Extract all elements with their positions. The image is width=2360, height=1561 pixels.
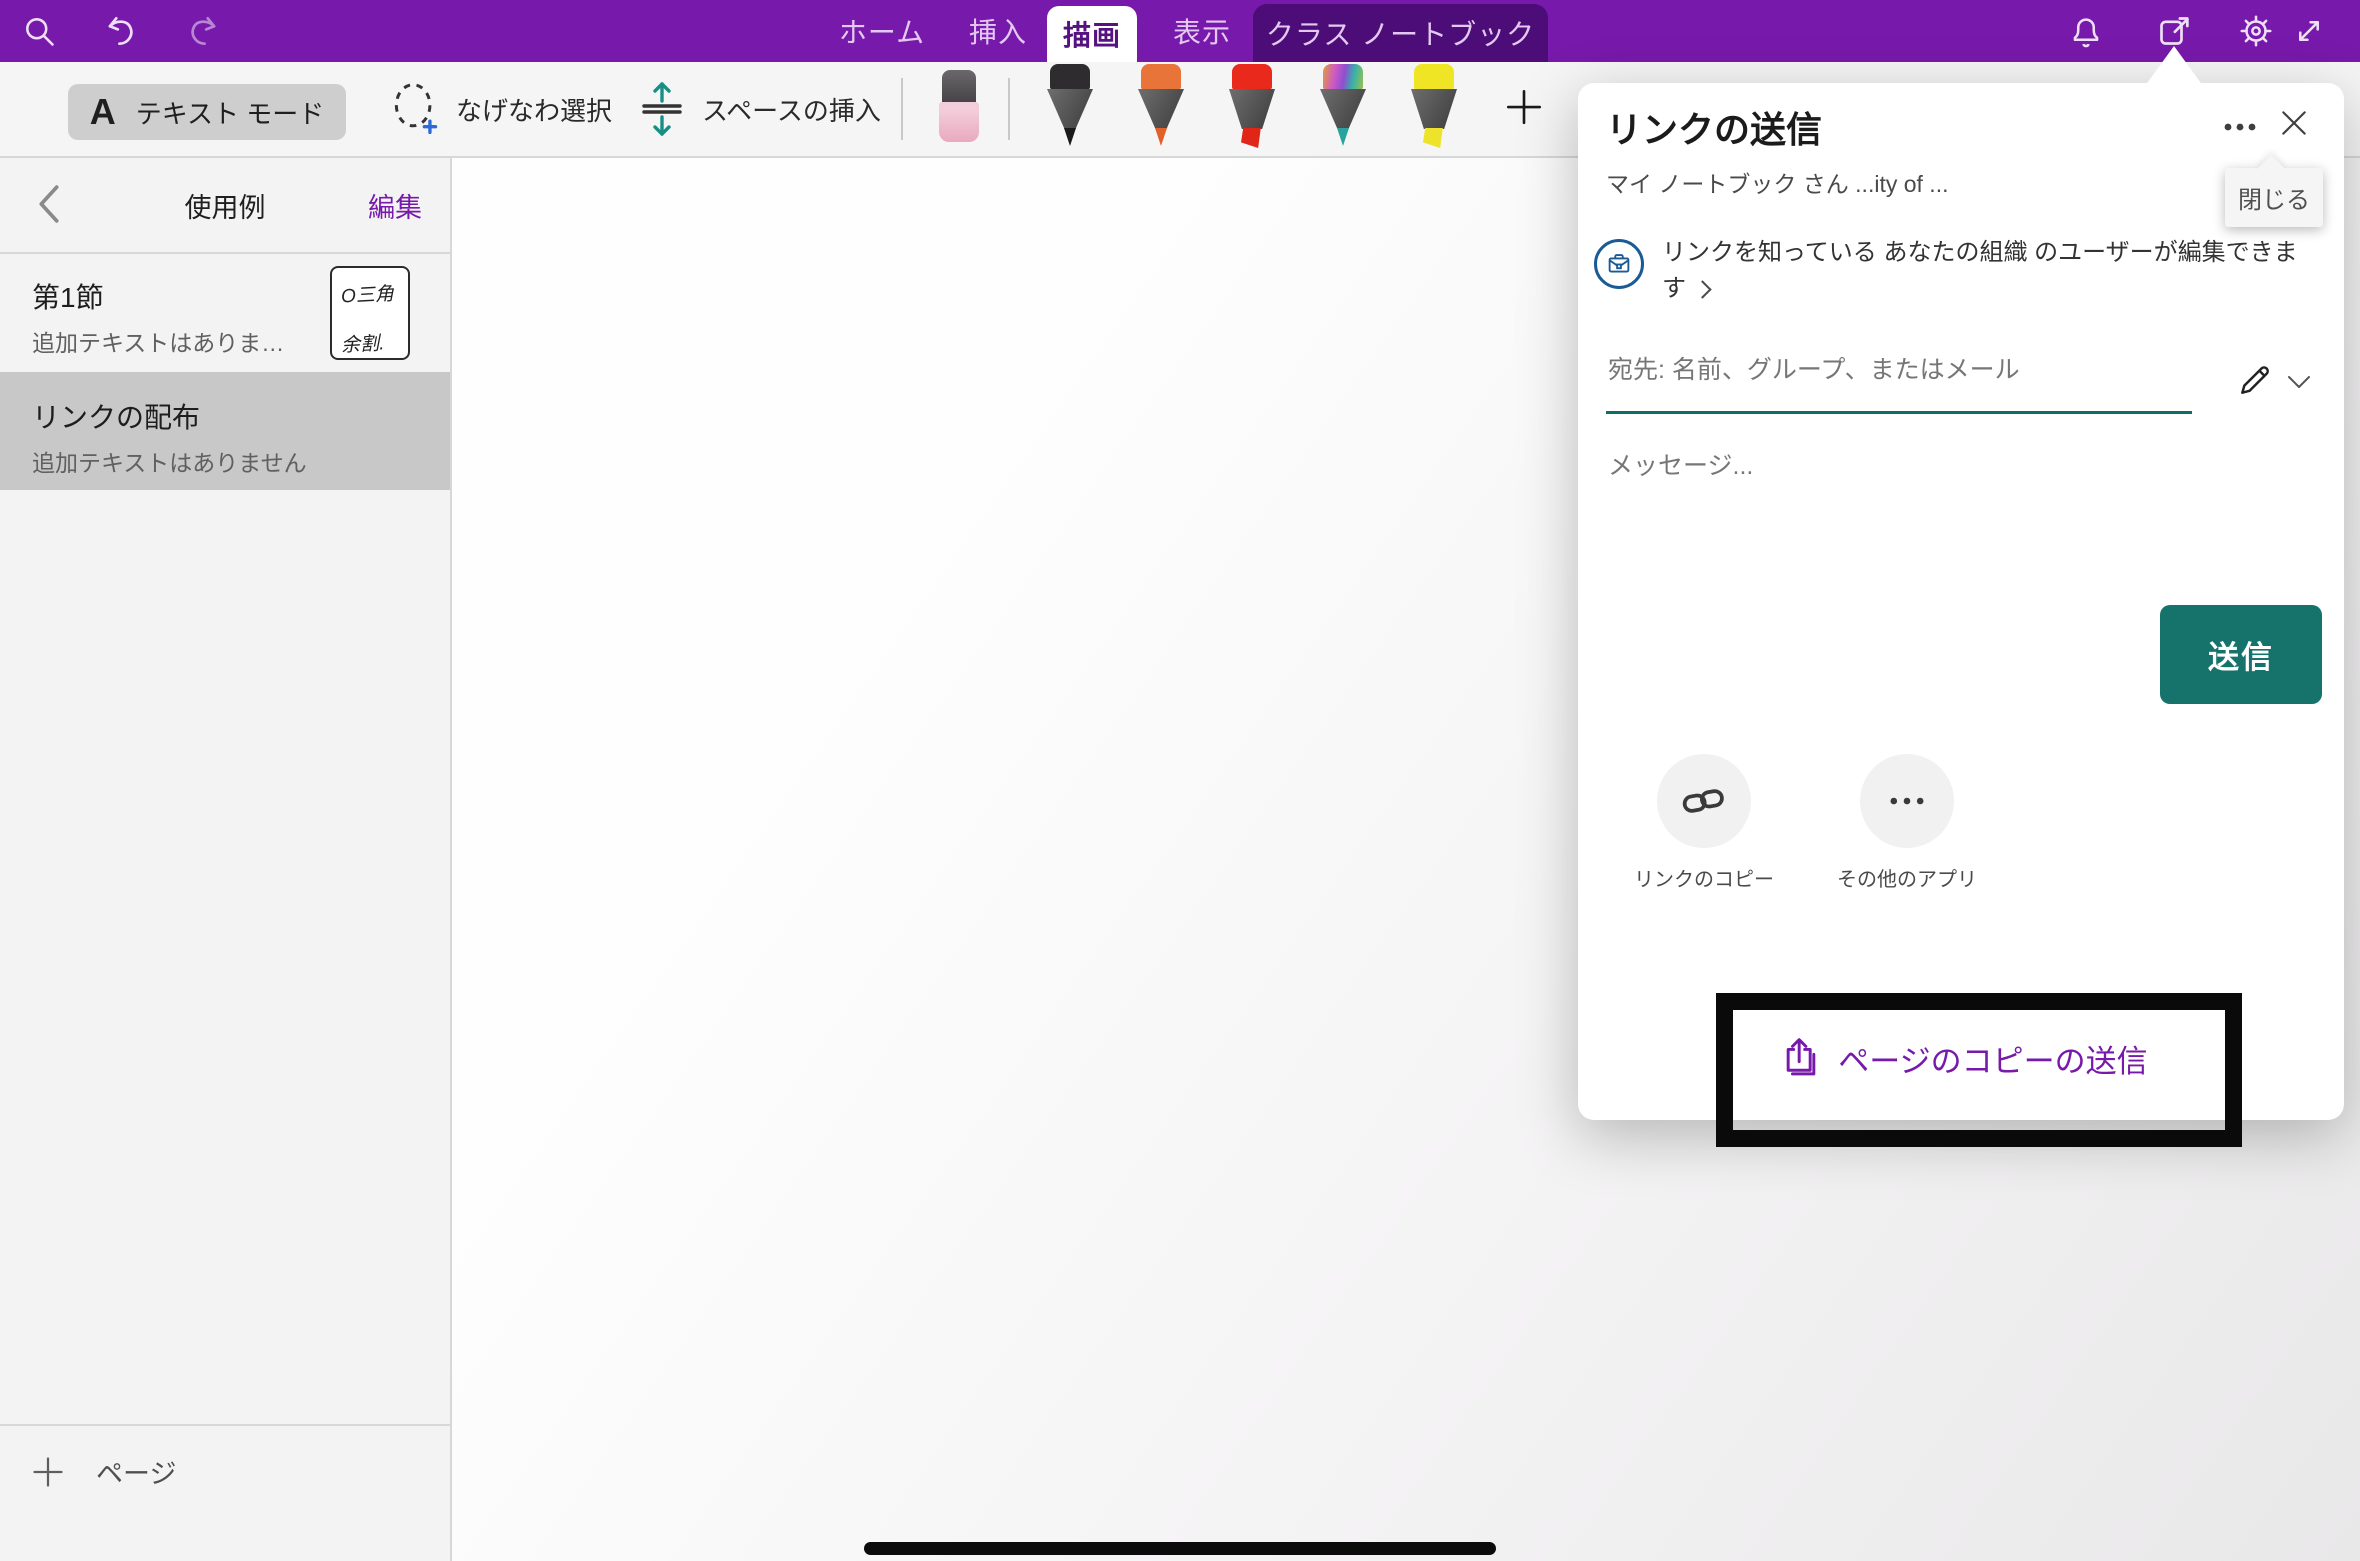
home-indicator[interactable]	[864, 1542, 1496, 1555]
close-icon[interactable]	[2272, 101, 2316, 145]
insert-space-button[interactable]: スペースの挿入	[638, 62, 881, 156]
recipient-field-wrap	[1606, 355, 2192, 386]
add-pen-plus-icon[interactable]	[1503, 86, 1545, 128]
insert-space-icon	[638, 79, 686, 139]
edit-permission-pencil-icon[interactable]	[2234, 361, 2274, 401]
send-link-dialog: リンクの送信 マイ ノートブック さん ...ity of ... リンクを知っ…	[1578, 83, 2344, 1120]
tab-class-notebook[interactable]: クラス ノートブック	[1253, 4, 1548, 62]
chevron-right-icon	[1693, 280, 1711, 298]
eraser-tool[interactable]	[939, 70, 979, 150]
yellow-highlighter-tool[interactable]	[1402, 64, 1466, 152]
sidebar-footer: ページ	[0, 1424, 450, 1522]
message-input[interactable]	[1606, 451, 2230, 482]
settings-gear-icon[interactable]	[2235, 10, 2277, 52]
message-field-wrap	[1606, 451, 2226, 482]
notifications-bell-icon[interactable]	[2065, 10, 2107, 52]
highlight-annotation-rect	[1716, 993, 2242, 1147]
page-item-link-distribution[interactable]: リンクの配布 追加テキストはありません	[0, 372, 450, 490]
search-icon[interactable]	[18, 10, 60, 52]
black-pen-tool[interactable]	[1038, 64, 1102, 152]
toolbar-divider	[1008, 78, 1010, 140]
more-apps-button[interactable]	[1860, 754, 1954, 848]
recipient-input[interactable]	[1606, 355, 2196, 386]
lasso-select-button[interactable]: なげなわ選択	[390, 62, 612, 156]
text-mode-button[interactable]: A テキスト モード	[68, 84, 346, 140]
copy-link-label: リンクのコピー	[1604, 863, 1804, 892]
dialog-pointer	[2145, 46, 2203, 86]
tab-insert[interactable]: 挿入	[950, 0, 1046, 62]
edit-button[interactable]: 編集	[368, 186, 422, 225]
page-list-sidebar: 使用例 編集 第1節 追加テキストはありま… O三角 余割. リンクの配布 追加…	[0, 156, 452, 1561]
ellipsis-icon	[1885, 779, 1929, 823]
orange-pen-tool[interactable]	[1129, 64, 1193, 152]
link-icon	[1681, 778, 1727, 824]
tab-view[interactable]: 表示	[1150, 0, 1254, 62]
send-button[interactable]: 送信	[2160, 605, 2322, 704]
app-top-bar: ホーム 挿入 描画 表示 クラス ノートブック	[0, 0, 2360, 62]
lasso-icon	[390, 81, 440, 137]
red-marker-tool[interactable]	[1220, 64, 1284, 152]
more-options-icon[interactable]	[2218, 105, 2262, 149]
chevron-down-icon[interactable]	[2284, 369, 2314, 395]
plus-icon	[30, 1454, 66, 1490]
link-permission-row[interactable]: リンクを知っている あなたの組織 のユーザーが編集できます	[1594, 235, 2307, 307]
copy-link-button[interactable]	[1657, 754, 1751, 848]
rainbow-pen-tool[interactable]	[1311, 64, 1375, 152]
dialog-title: リンクの送信	[1606, 101, 1822, 153]
recipient-underline	[1606, 411, 2192, 414]
redo-icon[interactable]	[182, 10, 224, 52]
close-tooltip: 閉じる	[2225, 168, 2323, 227]
toolbar-divider	[901, 78, 903, 140]
permission-text: リンクを知っている あなたの組織 のユーザーが編集できます	[1662, 235, 2307, 307]
organization-briefcase-icon	[1594, 239, 1644, 289]
notebook-subtitle: マイ ノートブック さん ...ity of ...	[1606, 165, 1948, 199]
tab-draw[interactable]: 描画	[1047, 6, 1137, 62]
add-page-button[interactable]: ページ	[30, 1452, 176, 1491]
tab-home[interactable]: ホーム	[822, 0, 942, 62]
page-item-section1[interactable]: 第1節 追加テキストはありま… O三角 余割.	[0, 252, 450, 370]
sidebar-header: 使用例 編集	[0, 156, 450, 254]
text-mode-a-icon: A	[90, 91, 116, 133]
page-thumbnail: O三角 余割.	[330, 266, 410, 360]
fullscreen-expand-icon[interactable]	[2288, 10, 2330, 52]
undo-icon[interactable]	[100, 10, 142, 52]
more-apps-label: その他のアプリ	[1807, 863, 2007, 892]
